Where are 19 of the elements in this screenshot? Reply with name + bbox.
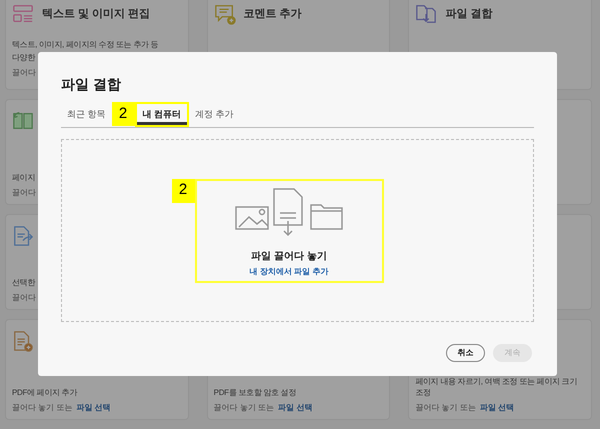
card-title: 코멘트 추가 (244, 6, 302, 22)
card-description: 페이지 (12, 172, 36, 183)
drop-zone-title: 파일 끌어다 놓기 (251, 250, 327, 264)
card-description: 다양한 (12, 52, 36, 63)
card-description: 페이지 내용 자르기, 여백 조정 또는 페이지 크기 조정 (415, 376, 578, 398)
card-hint: 끌어다 (12, 187, 36, 199)
annotation-badge: 2 (112, 102, 135, 126)
card-description: PDF를 보호할 암호 설정 (214, 387, 298, 398)
card-hint: 끌어다 놓기 또는 (12, 402, 72, 414)
card-hint: 끌어다 놓기 또는 (214, 402, 274, 414)
card-hint: 끌어다 (12, 292, 36, 304)
card-hint: 끌어다 놓기 또는 (415, 402, 476, 414)
card-hint: 끌어다 (12, 67, 36, 79)
card-title: 텍스트 및 이미지 편집 (42, 6, 150, 22)
card-description: PDF에 페이지 추가 (12, 387, 78, 398)
annotation-badge: 2 (172, 178, 194, 202)
card-description: 텍스트, 이미지, 페이지의 수정 또는 추가 등 (12, 39, 160, 50)
card-title: 파일 결합 (445, 6, 492, 22)
card-description: 선택한 (12, 277, 36, 288)
